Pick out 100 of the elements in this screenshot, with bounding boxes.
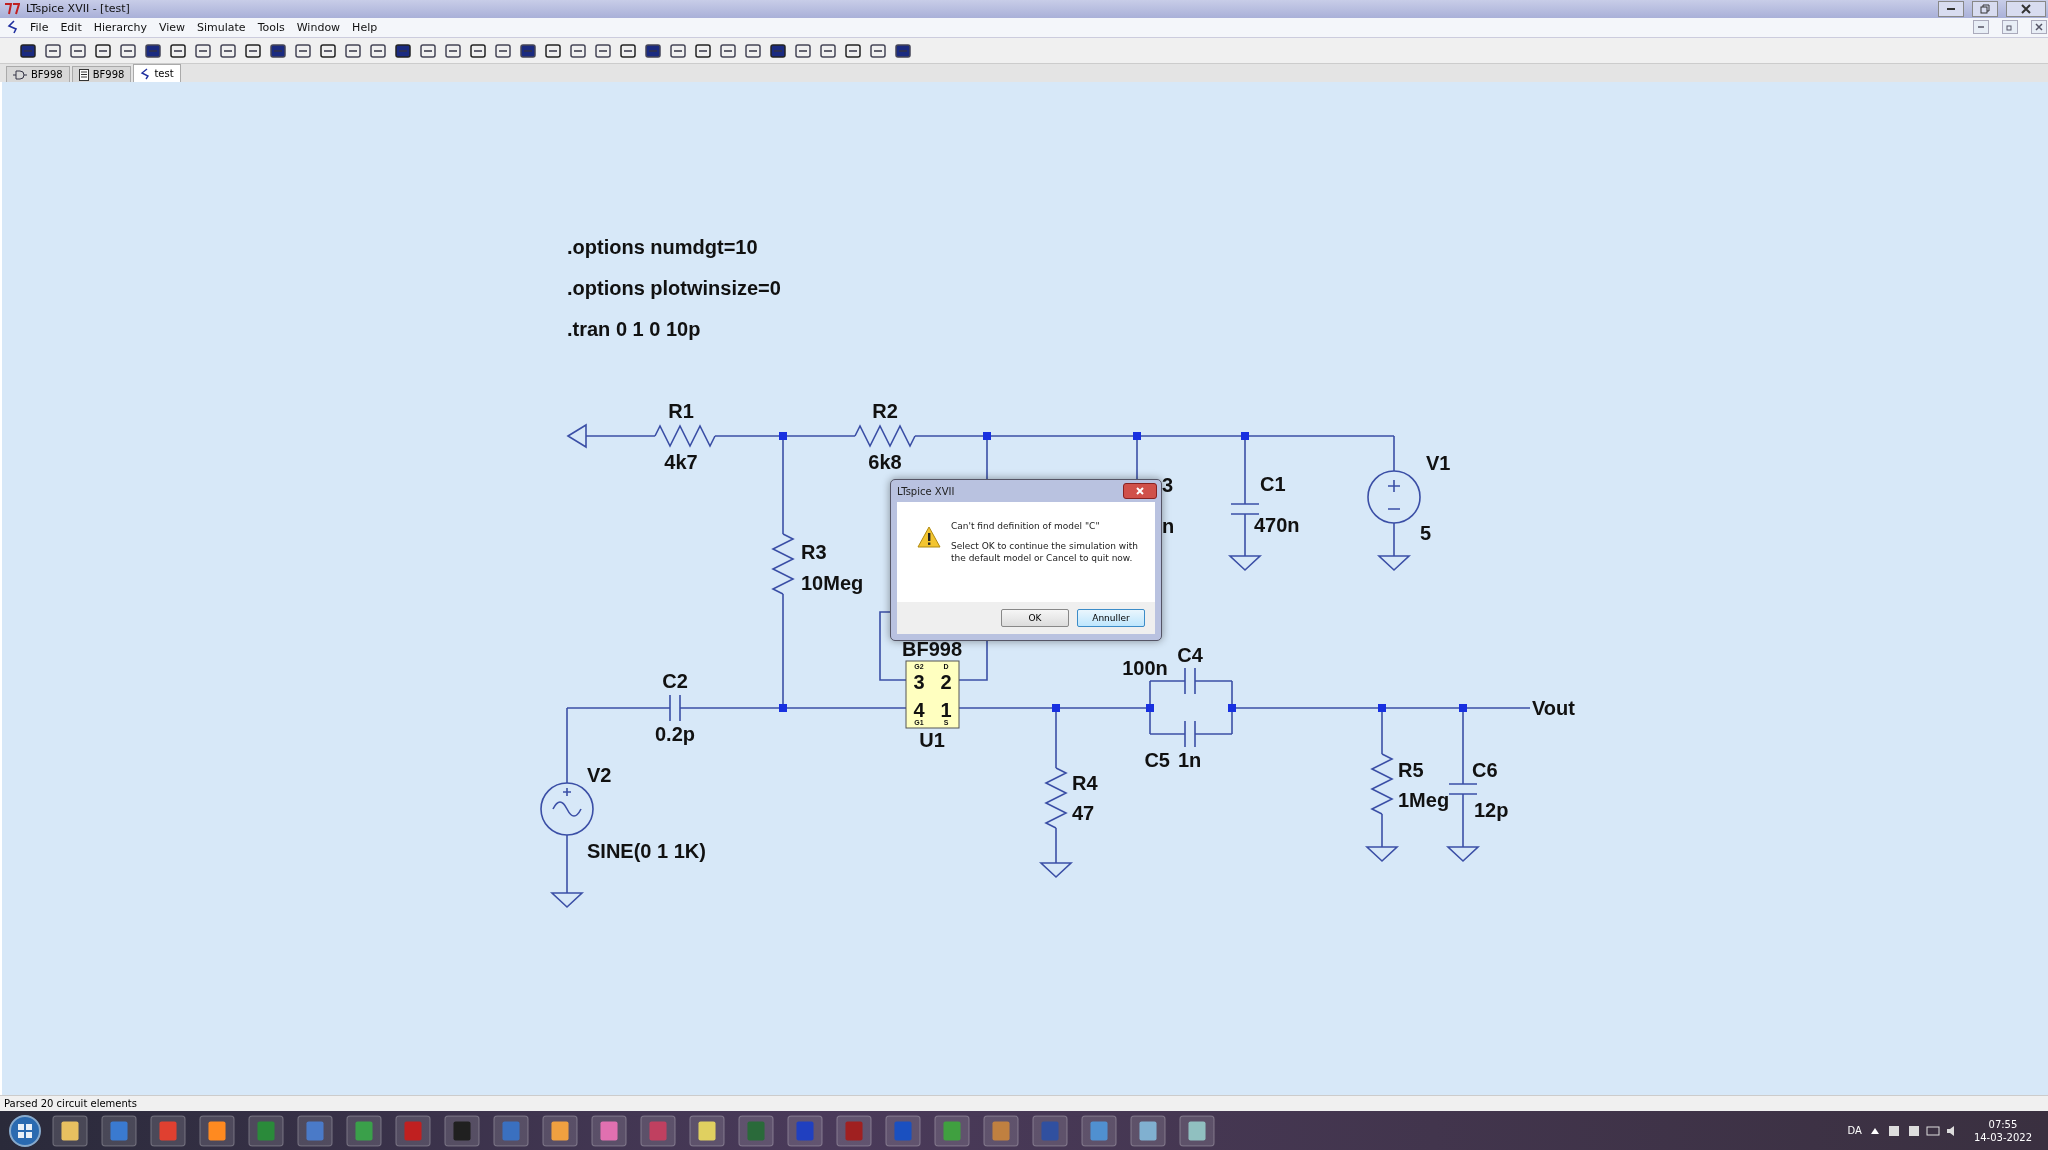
- pin-number: 2: [940, 671, 952, 694]
- taskbar-app-icon[interactable]: [539, 1114, 581, 1147]
- clock[interactable]: 07:55 14-03-2022: [1965, 1117, 2040, 1144]
- component-value: 10Meg: [801, 572, 864, 595]
- restore-button[interactable]: [1972, 0, 1998, 17]
- taskbar-app-icon[interactable]: [686, 1114, 728, 1147]
- resistor-symbol: [854, 424, 916, 449]
- net-label: Vout: [1532, 697, 1575, 720]
- resistor-symbol: [1044, 767, 1068, 830]
- component-value: 470n: [1254, 514, 1300, 537]
- component-label: V2: [587, 764, 612, 787]
- wire: [585, 435, 656, 438]
- menu-item[interactable]: Tools: [257, 20, 285, 34]
- capacitor-symbol: [1448, 783, 1478, 796]
- ground-symbol: [1445, 846, 1481, 863]
- close-icon: [1135, 486, 1145, 497]
- taskbar-app-icon[interactable]: [343, 1114, 385, 1147]
- dialog-button[interactable]: OK: [1001, 609, 1069, 628]
- menu-item[interactable]: File: [30, 20, 49, 34]
- component-value: 47: [1072, 802, 1095, 825]
- document-tab[interactable]: test: [133, 64, 181, 83]
- minimize-button[interactable]: [1938, 0, 1964, 17]
- component-value: 5: [1420, 522, 1432, 545]
- status-text: Parsed 20 circuit elements: [4, 1098, 137, 1110]
- resistor-symbol: [654, 424, 716, 449]
- wire: [1055, 827, 1057, 865]
- component-label: R2: [872, 400, 898, 423]
- taskbar-app-icon[interactable]: [49, 1114, 91, 1147]
- component-label: C1: [1260, 473, 1286, 496]
- component-label: R4: [1072, 772, 1098, 795]
- taskbar-app-icon[interactable]: [1176, 1114, 1218, 1147]
- menu-item[interactable]: Hierarchy: [93, 20, 147, 34]
- taskbar-app-icon[interactable]: [588, 1114, 630, 1147]
- resistor-symbol: [1370, 753, 1394, 816]
- taskbar-app-icon[interactable]: [196, 1114, 238, 1147]
- ground-symbol: [1364, 846, 1400, 863]
- capacitor-symbol: [1184, 720, 1196, 749]
- document-tab[interactable]: BF998: [6, 66, 70, 83]
- component-label: U1: [919, 729, 945, 752]
- restore-icon: [1980, 3, 1990, 14]
- component-label: V1: [1426, 452, 1451, 475]
- component-label: C4: [1177, 644, 1203, 667]
- ground-symbol: [549, 892, 585, 909]
- resistor-symbol: [771, 533, 795, 596]
- component-value: 4k7: [664, 451, 698, 474]
- component-value: 12p: [1474, 799, 1509, 822]
- warning-icon: [917, 526, 941, 549]
- restore-icon: [2006, 23, 2014, 32]
- wire: [566, 834, 568, 895]
- app-logo-icon: [4, 1, 20, 16]
- spice-directive: .tran 0 1 0 10p: [567, 318, 701, 341]
- voltage-source-symbol: [1367, 470, 1421, 525]
- language-indicator[interactable]: DA: [1847, 1125, 1862, 1136]
- component-value: 1n: [1178, 749, 1202, 772]
- menu-item[interactable]: Edit: [60, 20, 82, 34]
- dialog-detail: Select OK to continue the simulation with the default model or Cancel to quit now.: [951, 540, 1138, 565]
- dialog-message: Can't find definition of model "C": [951, 520, 1101, 533]
- wire: [1381, 813, 1383, 849]
- wire: [1244, 513, 1246, 558]
- component-label: C5: [1144, 749, 1170, 772]
- component-label: 3: [1162, 474, 1174, 497]
- component-label: R5: [1398, 759, 1424, 782]
- wire: [1462, 793, 1464, 849]
- ground-symbol: [1038, 862, 1074, 879]
- taskbar-app-icon[interactable]: [1127, 1114, 1169, 1147]
- ground-symbol: [1227, 555, 1263, 572]
- dialog-title: LTspice XVII: [897, 485, 956, 497]
- component-label: n: [1162, 515, 1175, 538]
- component-label: C2: [662, 670, 688, 693]
- sine-source-symbol: [540, 782, 594, 837]
- spice-directive: .options numdgt=10: [567, 236, 758, 259]
- spice-directive: .options plotwinsize=0: [567, 277, 781, 300]
- component-value: 100n: [1122, 657, 1168, 680]
- transistor-symbol: [905, 660, 960, 729]
- ground-symbol: [566, 423, 587, 449]
- menu-item[interactable]: Help: [352, 20, 378, 34]
- pin-number: 3: [913, 671, 925, 694]
- schematic-icon: [140, 67, 151, 80]
- dialog-button[interactable]: Annuller: [1077, 609, 1145, 628]
- close-icon: [2021, 3, 2031, 14]
- window-title: LTspice XVII - [test]: [26, 2, 130, 16]
- menu-item[interactable]: View: [158, 20, 185, 34]
- component-value: 6k8: [868, 451, 902, 474]
- ground-symbol: [1376, 555, 1412, 572]
- gate-icon: [13, 69, 27, 80]
- component-value: BF998: [902, 638, 962, 661]
- capacitor-symbol: [1184, 667, 1196, 696]
- start-button[interactable]: [8, 1113, 42, 1148]
- close-button[interactable]: [1123, 483, 1157, 500]
- close-button[interactable]: [2006, 0, 2046, 17]
- menu-item[interactable]: Window: [296, 20, 341, 34]
- document-tab[interactable]: BF998: [71, 66, 132, 83]
- close-button[interactable]: [2031, 20, 2047, 35]
- component-label: C6: [1472, 759, 1498, 782]
- menu-item[interactable]: Simulate: [197, 20, 246, 34]
- close-icon: [2035, 23, 2043, 32]
- component-value: 1Meg: [1398, 789, 1450, 812]
- capacitor-symbol: [669, 694, 681, 723]
- minimize-icon: [1978, 26, 1984, 29]
- wire: [1393, 522, 1395, 558]
